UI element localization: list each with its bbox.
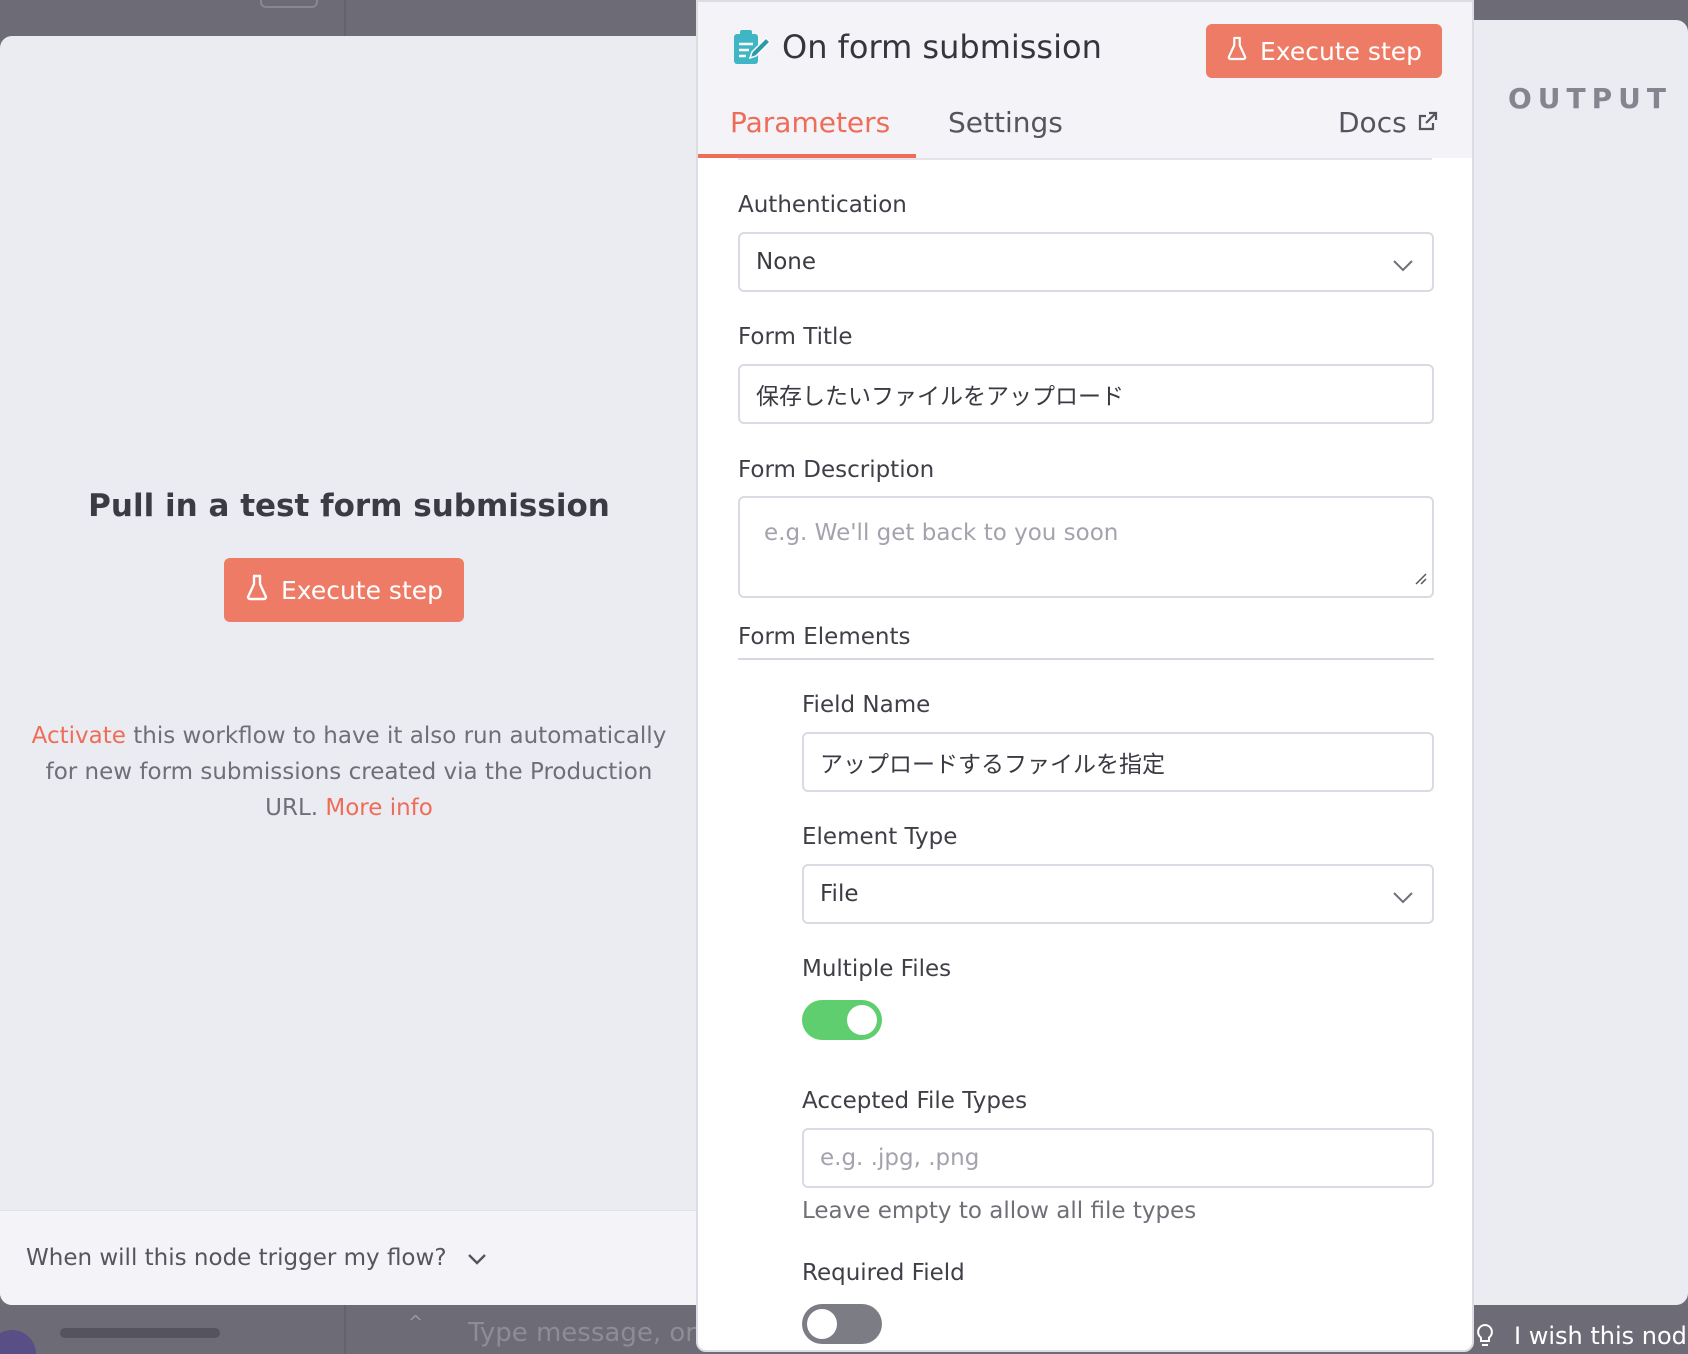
required-field-toggle[interactable] xyxy=(802,1304,882,1344)
chevron-down-icon xyxy=(467,1245,487,1271)
element-type-value: File xyxy=(820,881,859,907)
output-panel xyxy=(1472,20,1688,1305)
form-description-textarea[interactable]: e.g. We'll get back to you soon xyxy=(738,496,1434,598)
tab-settings[interactable]: Settings xyxy=(948,106,1063,139)
chevron-up-icon: ^ xyxy=(408,1312,424,1333)
required-field-label: Required Field xyxy=(802,1260,965,1286)
form-elements-divider xyxy=(738,658,1434,660)
accepted-file-types-placeholder: e.g. .jpg, .png xyxy=(820,1145,980,1171)
accepted-file-types-hint: Leave empty to allow all file types xyxy=(802,1198,1197,1224)
lightbulb-icon xyxy=(1476,1323,1494,1349)
element-type-select[interactable]: File xyxy=(802,864,1434,924)
docs-link[interactable]: Docs xyxy=(1338,106,1439,139)
tab-parameters[interactable]: Parameters xyxy=(730,106,890,139)
field-name-label: Field Name xyxy=(802,692,931,718)
dialog-tabs: Parameters Settings Docs xyxy=(698,102,1472,158)
execute-step-button[interactable]: Execute step xyxy=(224,558,464,622)
external-link-icon xyxy=(1417,106,1439,139)
more-info-link[interactable]: More info xyxy=(325,795,432,821)
trigger-info-toggle[interactable]: When will this node trigger my flow? xyxy=(0,1210,698,1305)
dialog-header: On form submission Execute step Paramete… xyxy=(698,2,1472,158)
node-settings-dialog: On form submission Execute step Paramete… xyxy=(696,0,1474,1352)
background-tab-hint xyxy=(260,0,318,8)
authentication-label: Authentication xyxy=(738,192,907,218)
form-title-label: Form Title xyxy=(738,324,853,350)
chat-input-placeholder: Type message, or xyxy=(468,1318,696,1348)
toggle-knob xyxy=(807,1309,837,1339)
header-divider xyxy=(738,158,1432,160)
background-divider xyxy=(344,0,346,40)
node-title: On form submission xyxy=(782,28,1102,66)
multiple-files-toggle[interactable] xyxy=(802,1000,882,1040)
resize-handle-icon[interactable] xyxy=(1414,566,1428,592)
avatar xyxy=(0,1330,36,1354)
input-panel: Pull in a test form submission Execute s… xyxy=(0,36,698,1305)
feedback-text: I wish this node xyxy=(1514,1322,1688,1350)
accepted-file-types-label: Accepted File Types xyxy=(802,1088,1028,1114)
docs-label: Docs xyxy=(1338,106,1407,139)
feedback-prompt: I wish this node xyxy=(1476,1318,1688,1354)
accepted-file-types-input[interactable]: e.g. .jpg, .png xyxy=(802,1128,1434,1188)
flask-icon xyxy=(245,573,269,607)
background-ghost-text xyxy=(60,1328,220,1338)
activation-note: Activate this workflow to have it also r… xyxy=(26,718,672,826)
authentication-value: None xyxy=(756,249,817,275)
form-elements-label: Form Elements xyxy=(738,624,911,650)
input-panel-title: Pull in a test form submission xyxy=(88,488,610,524)
background-divider xyxy=(344,1304,346,1354)
field-name-value: アップロードするファイルを指定 xyxy=(820,752,1165,778)
form-title-value: 保存したいファイルをアップロード xyxy=(756,384,1124,410)
form-description-label: Form Description xyxy=(738,457,935,483)
form-title-input[interactable]: 保存したいファイルをアップロード xyxy=(738,364,1434,424)
toggle-knob xyxy=(847,1005,877,1035)
multiple-files-label: Multiple Files xyxy=(802,956,952,982)
form-icon xyxy=(732,30,772,66)
output-panel-label: OUTPUT xyxy=(1508,82,1672,115)
trigger-info-question: When will this node trigger my flow? xyxy=(26,1245,447,1271)
execute-step-label: Execute step xyxy=(281,575,443,605)
flask-icon xyxy=(1226,35,1248,67)
chevron-down-icon xyxy=(1392,252,1414,278)
form-description-placeholder: e.g. We'll get back to you soon xyxy=(764,520,1119,546)
element-type-label: Element Type xyxy=(802,824,958,850)
authentication-select[interactable]: None xyxy=(738,232,1434,292)
activate-link[interactable]: Activate xyxy=(32,723,126,749)
header-execute-step-button[interactable]: Execute step xyxy=(1206,24,1442,78)
field-name-input[interactable]: アップロードするファイルを指定 xyxy=(802,732,1434,792)
chevron-down-icon xyxy=(1392,884,1414,910)
execute-step-label: Execute step xyxy=(1260,36,1422,66)
